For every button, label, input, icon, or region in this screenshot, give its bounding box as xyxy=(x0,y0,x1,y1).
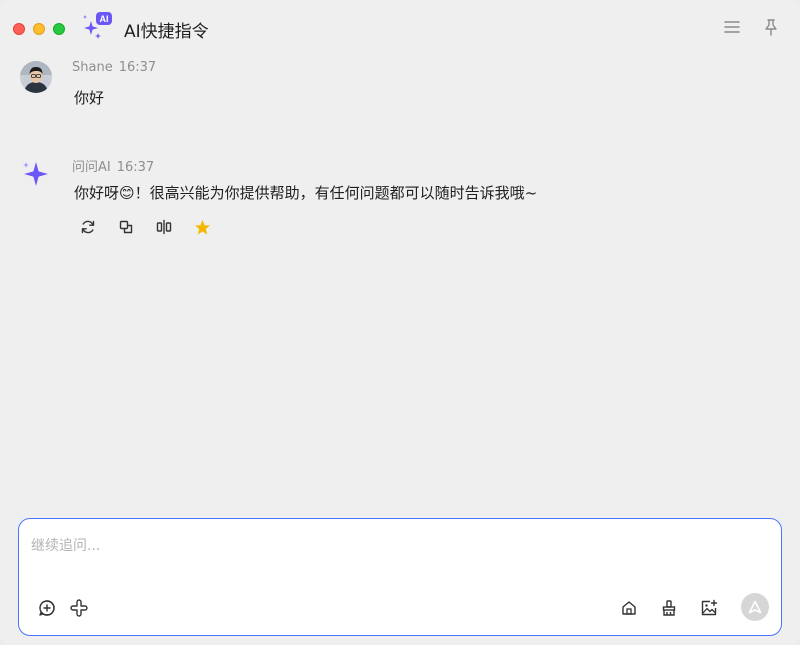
close-window-button[interactable] xyxy=(13,23,25,35)
star-icon[interactable] xyxy=(193,218,211,236)
sender-name: Shane xyxy=(72,60,113,75)
home-icon[interactable] xyxy=(620,599,638,617)
app-logo-icon: AI xyxy=(83,12,113,40)
svg-text:AI: AI xyxy=(100,14,109,24)
ai-avatar-icon xyxy=(20,158,52,190)
clean-icon[interactable] xyxy=(660,599,678,617)
composer xyxy=(18,518,782,636)
pin-icon[interactable] xyxy=(762,18,780,36)
sender-name: 问问AI xyxy=(72,160,111,175)
app-title: AI快捷指令 xyxy=(124,22,209,42)
compare-icon[interactable] xyxy=(155,218,173,236)
send-icon xyxy=(748,600,762,614)
menu-icon[interactable] xyxy=(723,18,741,36)
plugin-icon[interactable] xyxy=(70,599,88,617)
message-text: 你好呀😊！很高兴能为你提供帮助，有任何问题都可以随时告诉我哦~ xyxy=(74,184,538,202)
minimize-window-button[interactable] xyxy=(33,23,45,35)
message-time: 16:37 xyxy=(118,60,157,75)
message-time: 16:37 xyxy=(116,160,155,175)
follow-up-input[interactable] xyxy=(31,533,751,559)
message-meta: 问问AI 16:37 xyxy=(72,156,154,175)
maximize-window-button[interactable] xyxy=(53,23,65,35)
app-window: AI AI快捷指令 Shane 16:37 你好 问问AI 16:37 你好呀😊… xyxy=(0,0,800,645)
message-text: 你好 xyxy=(74,89,105,107)
title-bar: AI AI快捷指令 xyxy=(0,0,800,56)
image-upload-icon[interactable] xyxy=(700,599,718,617)
avatar xyxy=(20,61,52,93)
new-chat-icon[interactable] xyxy=(38,599,56,617)
send-button[interactable] xyxy=(741,593,769,621)
copy-icon[interactable] xyxy=(117,218,135,236)
refresh-icon[interactable] xyxy=(79,218,97,236)
message-actions xyxy=(79,218,211,236)
message-meta: Shane 16:37 xyxy=(72,60,156,75)
